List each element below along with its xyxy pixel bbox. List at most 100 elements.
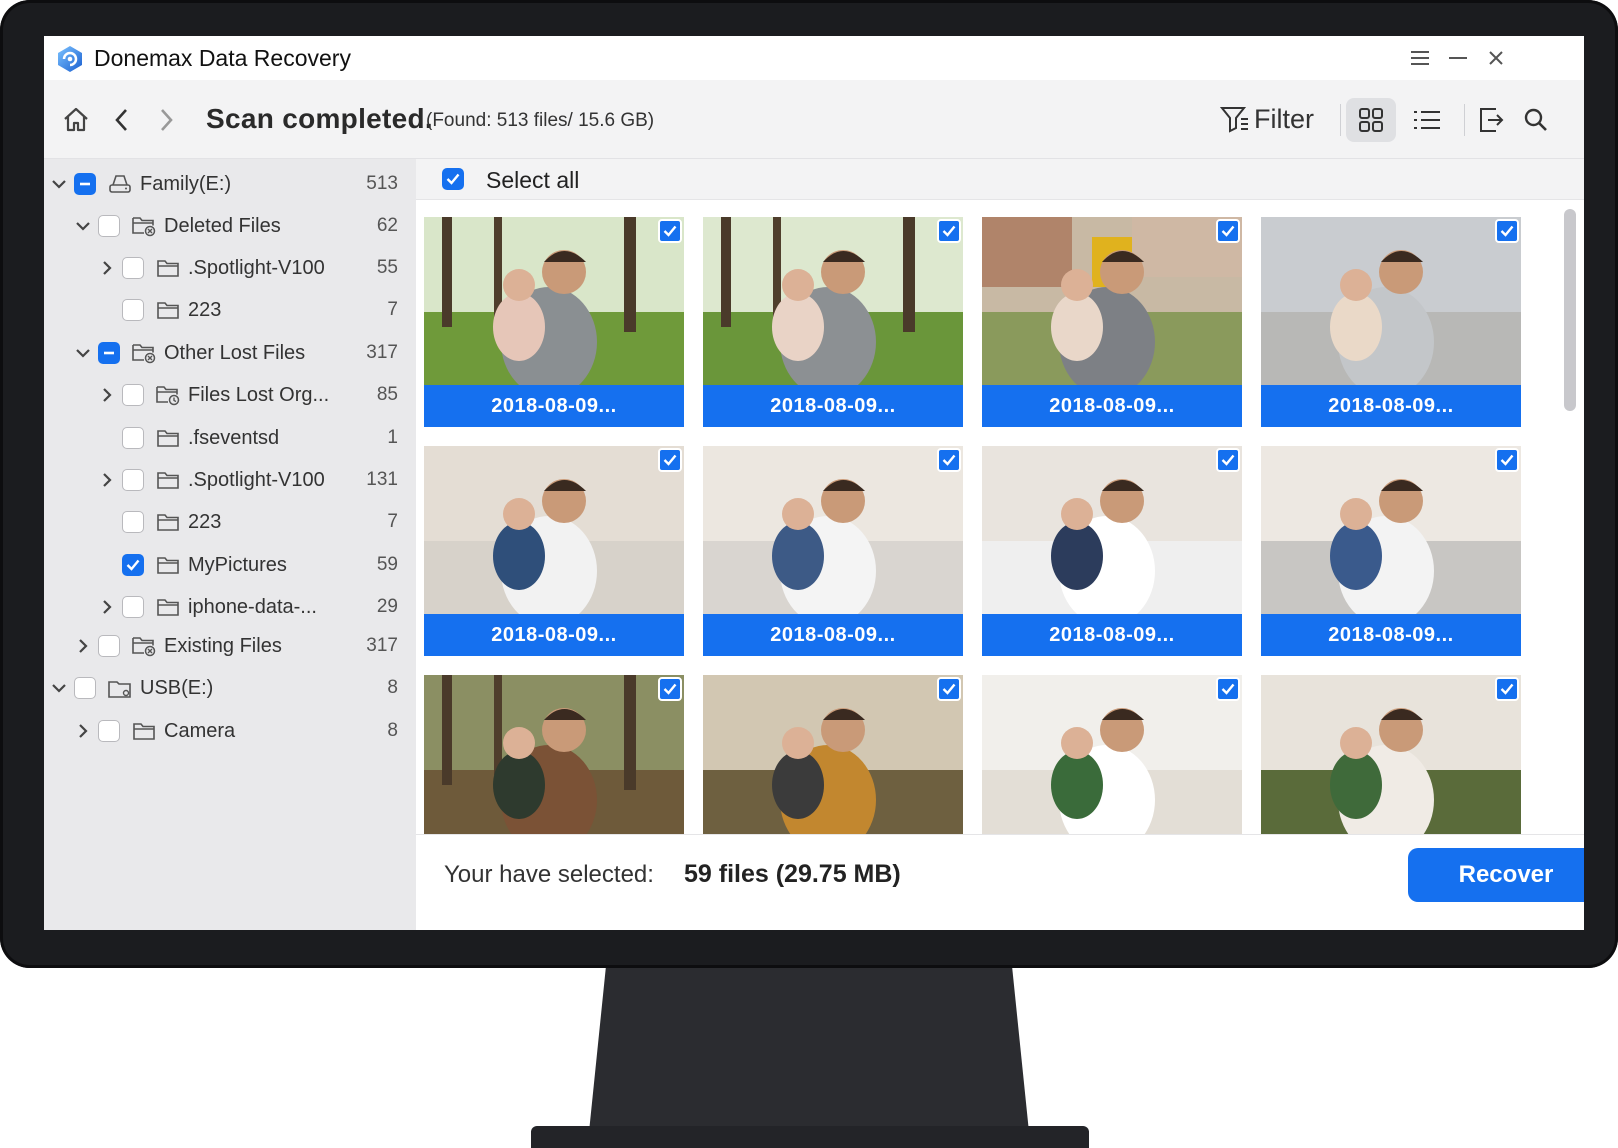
tree-item[interactable]: Existing Files 317 bbox=[74, 629, 398, 663]
file-checkbox[interactable] bbox=[937, 677, 961, 701]
file-thumbnail-card[interactable] bbox=[703, 675, 963, 834]
folder-tree-sidebar: Family(E:) 513 Deleted Files 62 .Spotlight-V… bbox=[44, 159, 416, 930]
chevron-down-icon[interactable] bbox=[50, 679, 68, 697]
list-view-icon bbox=[1414, 111, 1440, 129]
chevron-down-icon[interactable] bbox=[50, 175, 68, 193]
chevron-right-icon[interactable] bbox=[74, 722, 92, 740]
photo-thumbnail bbox=[982, 217, 1242, 385]
file-checkbox[interactable] bbox=[1216, 448, 1240, 472]
tree-item-checkbox[interactable] bbox=[122, 469, 144, 491]
tree-item-checkbox[interactable] bbox=[98, 342, 120, 364]
chevron-right-icon[interactable] bbox=[98, 386, 116, 404]
chevron-right-icon[interactable] bbox=[98, 598, 116, 616]
file-checkbox[interactable] bbox=[1495, 219, 1519, 243]
tree-item-checkbox[interactable] bbox=[98, 720, 120, 742]
file-thumbnail-card[interactable] bbox=[424, 675, 684, 834]
minimize-button[interactable] bbox=[1444, 44, 1472, 72]
chevron-left-icon bbox=[115, 109, 127, 131]
file-thumbnail-card[interactable]: 2018-08-09... bbox=[424, 217, 684, 427]
tree-item-checkbox[interactable] bbox=[74, 173, 96, 195]
close-icon bbox=[1489, 51, 1503, 65]
tree-item-checkbox[interactable] bbox=[122, 511, 144, 533]
back-button[interactable] bbox=[104, 102, 140, 138]
lost-folder-icon bbox=[154, 383, 182, 407]
grid-view-button[interactable] bbox=[1346, 98, 1396, 142]
file-thumbnail-grid: 2018-08-09... 2018-08-09... 2018-08-09... 2… bbox=[416, 199, 1556, 834]
tree-item-checkbox[interactable] bbox=[122, 427, 144, 449]
file-checkbox[interactable] bbox=[1216, 677, 1240, 701]
tree-item-checkbox[interactable] bbox=[98, 215, 120, 237]
tree-item-label: .Spotlight-V100 bbox=[188, 256, 325, 279]
file-checkbox[interactable] bbox=[658, 448, 682, 472]
recover-button[interactable]: Recover bbox=[1408, 848, 1584, 902]
tree-item-checkbox[interactable] bbox=[122, 299, 144, 321]
tree-item-checkbox[interactable] bbox=[122, 596, 144, 618]
tree-item-count: 131 bbox=[366, 469, 398, 490]
select-all-checkbox[interactable] bbox=[442, 168, 464, 190]
tree-item[interactable]: .Spotlight-V100 131 bbox=[98, 463, 398, 497]
tree-item[interactable]: Other Lost Files 317 bbox=[74, 336, 398, 370]
tree-item-checkbox[interactable] bbox=[122, 554, 144, 576]
file-thumbnail-card[interactable]: 2018-08-09... bbox=[982, 446, 1242, 656]
tree-item[interactable]: 223 7 bbox=[98, 505, 398, 539]
scrollbar-track[interactable] bbox=[1562, 205, 1576, 825]
file-thumbnail-card[interactable] bbox=[1261, 675, 1521, 834]
home-button[interactable] bbox=[58, 102, 94, 138]
tree-item-checkbox[interactable] bbox=[122, 384, 144, 406]
file-thumbnail-card[interactable]: 2018-08-09... bbox=[703, 446, 963, 656]
tree-item-count: 7 bbox=[387, 299, 398, 320]
photo-thumbnail bbox=[982, 675, 1242, 834]
tree-item[interactable]: USB(E:) 8 bbox=[50, 671, 398, 705]
tree-item-checkbox[interactable] bbox=[74, 677, 96, 699]
tree-item-label: .fseventsd bbox=[188, 426, 280, 449]
selected-label: Your have selected: bbox=[444, 861, 654, 888]
file-checkbox[interactable] bbox=[937, 448, 961, 472]
file-grid-panel: Select all 2018-08-09... 2018-08-09... 201… bbox=[416, 159, 1584, 930]
file-checkbox[interactable] bbox=[937, 219, 961, 243]
tree-item-checkbox[interactable] bbox=[122, 257, 144, 279]
list-view-button[interactable] bbox=[1402, 98, 1452, 142]
file-thumbnail-card[interactable]: 2018-08-09... bbox=[703, 217, 963, 427]
tree-item-count: 29 bbox=[376, 596, 398, 617]
tree-item[interactable]: 223 7 bbox=[98, 293, 398, 327]
grid-view-icon bbox=[1359, 108, 1383, 132]
tree-item[interactable]: iphone-data-... 29 bbox=[98, 590, 398, 624]
scrollbar-thumb[interactable] bbox=[1564, 209, 1576, 411]
tree-item[interactable]: Family(E:) 513 bbox=[50, 167, 398, 201]
export-button[interactable] bbox=[1472, 102, 1508, 138]
chevron-down-icon[interactable] bbox=[74, 217, 92, 235]
chevron-right-icon[interactable] bbox=[98, 471, 116, 489]
tree-item[interactable]: .fseventsd 1 bbox=[98, 421, 398, 455]
file-name-label: 2018-08-09... bbox=[1261, 385, 1521, 427]
file-checkbox[interactable] bbox=[1495, 677, 1519, 701]
monitor-bezel: Donemax Data Recovery Scan completed. (F… bbox=[0, 0, 1618, 968]
file-thumbnail-card[interactable]: 2018-08-09... bbox=[1261, 446, 1521, 656]
file-thumbnail-card[interactable] bbox=[982, 675, 1242, 834]
file-checkbox[interactable] bbox=[658, 677, 682, 701]
chevron-down-icon[interactable] bbox=[74, 344, 92, 362]
toolbar: Scan completed. (Found: 513 files/ 15.6 … bbox=[44, 80, 1584, 159]
forward-button[interactable] bbox=[148, 102, 184, 138]
file-checkbox[interactable] bbox=[1216, 219, 1240, 243]
file-checkbox[interactable] bbox=[658, 219, 682, 243]
chevron-right-icon[interactable] bbox=[98, 259, 116, 277]
hamburger-icon bbox=[1411, 51, 1429, 65]
menu-button[interactable] bbox=[1406, 44, 1434, 72]
folder-icon bbox=[154, 468, 182, 492]
search-button[interactable] bbox=[1518, 102, 1554, 138]
close-button[interactable] bbox=[1482, 44, 1510, 72]
file-checkbox[interactable] bbox=[1495, 448, 1519, 472]
filter-button[interactable]: Filter bbox=[1220, 98, 1314, 140]
tree-item[interactable]: Files Lost Org... 85 bbox=[98, 378, 398, 412]
tree-item[interactable]: .Spotlight-V100 55 bbox=[98, 251, 398, 285]
tree-item-count: 55 bbox=[376, 257, 398, 278]
tree-item[interactable]: MyPictures 59 bbox=[98, 548, 398, 582]
tree-item[interactable]: Camera 8 bbox=[74, 714, 398, 748]
chevron-right-icon[interactable] bbox=[74, 637, 92, 655]
tree-item-checkbox[interactable] bbox=[98, 635, 120, 657]
file-thumbnail-card[interactable]: 2018-08-09... bbox=[424, 446, 684, 656]
file-thumbnail-card[interactable]: 2018-08-09... bbox=[982, 217, 1242, 427]
file-thumbnail-card[interactable]: 2018-08-09... bbox=[1261, 217, 1521, 427]
tree-item[interactable]: Deleted Files 62 bbox=[74, 209, 398, 243]
